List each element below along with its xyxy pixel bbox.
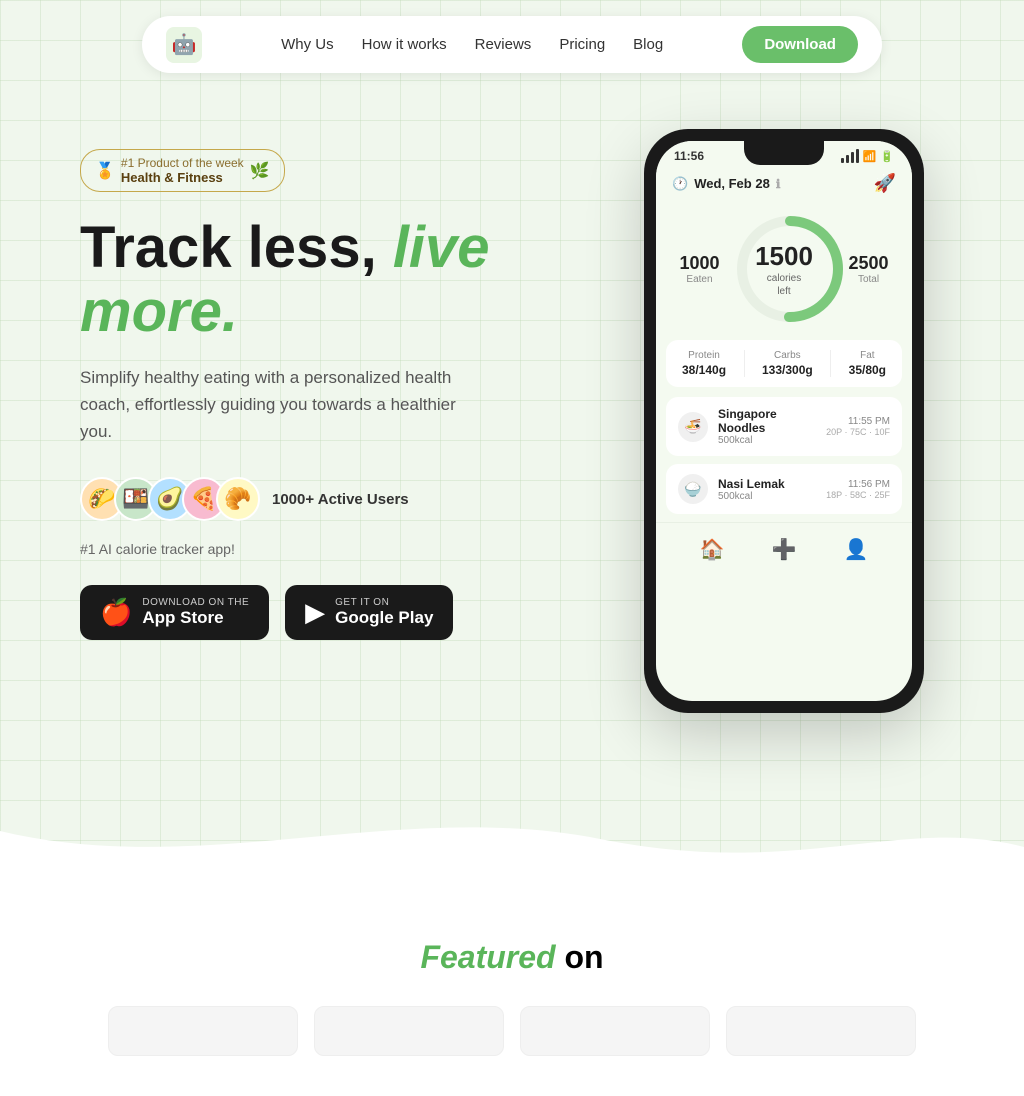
- nav-link-how-it-works[interactable]: How it works: [362, 36, 447, 53]
- meal-icon-0: 🍜: [678, 412, 708, 442]
- home-nav-icon[interactable]: 🏠: [700, 537, 725, 562]
- meal-icon-1: 🍚: [678, 474, 708, 504]
- info-icon: ℹ: [776, 177, 781, 191]
- active-users-text: 1000+ Active Users: [272, 491, 409, 508]
- meal-time-1: 11:56 PM: [826, 479, 890, 490]
- clock-icon: 🕐: [672, 176, 688, 192]
- meal-name-1: Nasi Lemak: [718, 477, 816, 491]
- wave-section: [0, 779, 1024, 879]
- nav-link-why-us[interactable]: Why Us: [281, 36, 334, 53]
- nav-link-blog[interactable]: Blog: [633, 36, 663, 53]
- navbar-download-button[interactable]: Download: [742, 26, 858, 63]
- profile-nav-icon[interactable]: 👤: [844, 537, 869, 562]
- avatars-row: 🌮🍱🥑🍕🥐 1000+ Active Users: [80, 477, 560, 521]
- phone-date-text: Wed, Feb 28: [694, 176, 770, 191]
- meal-macros-1: 18P · 58C · 25F: [826, 490, 890, 500]
- tagline: #1 AI calorie tracker app!: [80, 541, 560, 557]
- featured-heading: Featured on: [80, 939, 944, 976]
- google-play-label-big: Google Play: [335, 608, 433, 628]
- google-play-icon: ▶: [305, 597, 325, 628]
- calories-total-number: 2500: [841, 253, 896, 274]
- meal-time-0: 11:55 PM: [826, 416, 890, 427]
- phone-screen: 11:56 📶 🔋 🕐: [656, 141, 912, 701]
- avatar-group: 🌮🍱🥑🍕🥐: [80, 477, 260, 521]
- meal-macros-0: 20P · 75C · 10F: [826, 427, 890, 437]
- meal-kcal-0: 500kcal: [718, 435, 816, 446]
- hero-left: 🏅 #1 Product of the week Health & Fitnes…: [80, 129, 560, 640]
- meal-item-0: 🍜 Singapore Noodles 500kcal 11:55 PM 20P…: [666, 397, 902, 456]
- hero-right: 11:56 📶 🔋 🕐: [644, 129, 944, 713]
- nav-link-pricing[interactable]: Pricing: [559, 36, 605, 53]
- featured-section: Featured on: [0, 879, 1024, 1096]
- store-buttons: 🍎 Download on the App Store ▶ GET IT ON …: [80, 585, 560, 640]
- calories-section: 1000 Eaten 1500 caloriesleft: [656, 204, 912, 340]
- featured-logo-2: [314, 1006, 504, 1056]
- phone-bottom-nav: 🏠 ➕ 👤: [656, 522, 912, 582]
- featured-logo-3: [520, 1006, 710, 1056]
- battery-icon: 🔋: [880, 150, 894, 163]
- phone-notch: [744, 141, 824, 165]
- calories-total: 2500 Total: [841, 253, 896, 285]
- hero-description: Simplify healthy eating with a personali…: [80, 364, 480, 446]
- calories-center: 1500 caloriesleft: [755, 241, 813, 298]
- macros-row: Protein38/140g Carbs133/300g Fat35/80g: [666, 340, 902, 387]
- laurel-left-icon: 🏅: [95, 161, 115, 181]
- featured-heading-black: on: [564, 939, 603, 975]
- calories-left-number: 1500: [755, 241, 813, 272]
- phone-date-row: 🕐 Wed, Feb 28 ℹ 🚀: [656, 167, 912, 204]
- product-badge: 🏅 #1 Product of the week Health & Fitnes…: [80, 149, 285, 192]
- hero-heading: Track less, live more.: [80, 216, 560, 344]
- calories-circle: 1500 caloriesleft: [735, 214, 833, 324]
- calories-eaten-number: 1000: [672, 253, 727, 274]
- rocket-icon: 🚀: [874, 173, 896, 194]
- meal-list: 🍜 Singapore Noodles 500kcal 11:55 PM 20P…: [656, 397, 912, 514]
- navbar-logo: 🤖: [166, 27, 202, 63]
- app-store-button[interactable]: 🍎 Download on the App Store: [80, 585, 269, 640]
- add-nav-icon[interactable]: ➕: [772, 537, 797, 562]
- nav-link-reviews[interactable]: Reviews: [475, 36, 532, 53]
- navbar: 🤖 Why Us How it works Reviews Pricing Bl…: [142, 16, 882, 73]
- calories-eaten-label: Eaten: [672, 274, 727, 285]
- laurel-right-icon: 🌿: [250, 161, 270, 181]
- logo-icon: 🤖: [172, 32, 197, 57]
- google-play-button[interactable]: ▶ GET IT ON Google Play: [285, 585, 453, 640]
- meal-item-1: 🍚 Nasi Lemak 500kcal 11:56 PM 18P · 58C …: [666, 464, 902, 514]
- badge-category: Health & Fitness: [121, 170, 244, 185]
- phone-status-icons: 📶 🔋: [841, 149, 894, 163]
- phone-date: 🕐 Wed, Feb 28 ℹ: [672, 176, 780, 192]
- calories-eaten: 1000 Eaten: [672, 253, 727, 285]
- phone-mockup: 11:56 📶 🔋 🕐: [644, 129, 924, 713]
- macro-protein: Protein38/140g: [682, 350, 726, 377]
- meal-info-0: Singapore Noodles 500kcal: [718, 407, 816, 446]
- hero-heading-black: Track less,: [80, 215, 377, 280]
- google-play-text: GET IT ON Google Play: [335, 597, 433, 628]
- phone-time: 11:56: [674, 149, 704, 163]
- featured-heading-green: Featured: [420, 939, 555, 975]
- macro-fat: Fat35/80g: [849, 350, 886, 377]
- meal-name-0: Singapore Noodles: [718, 407, 816, 435]
- badge-rank: #1 Product of the week: [121, 156, 244, 170]
- app-store-text: Download on the App Store: [142, 597, 249, 628]
- avatar-4: 🥐: [216, 477, 260, 521]
- google-play-label-small: GET IT ON: [335, 597, 389, 608]
- featured-logo-1: [108, 1006, 298, 1056]
- featured-logo-4: [726, 1006, 916, 1056]
- apple-icon: 🍎: [100, 597, 132, 628]
- calories-left-label: caloriesleft: [755, 272, 813, 298]
- macro-carbs: Carbs133/300g: [762, 350, 813, 377]
- featured-logos: [80, 1006, 944, 1056]
- calories-total-label: Total: [841, 274, 896, 285]
- meal-info-1: Nasi Lemak 500kcal: [718, 477, 816, 502]
- meal-kcal-1: 500kcal: [718, 491, 816, 502]
- navbar-links: Why Us How it works Reviews Pricing Blog: [281, 36, 663, 54]
- hero-section: 🏅 #1 Product of the week Health & Fitnes…: [0, 89, 1024, 809]
- app-store-label-big: App Store: [142, 608, 223, 628]
- app-store-label-small: Download on the: [142, 597, 249, 608]
- wifi-icon: 📶: [863, 150, 877, 163]
